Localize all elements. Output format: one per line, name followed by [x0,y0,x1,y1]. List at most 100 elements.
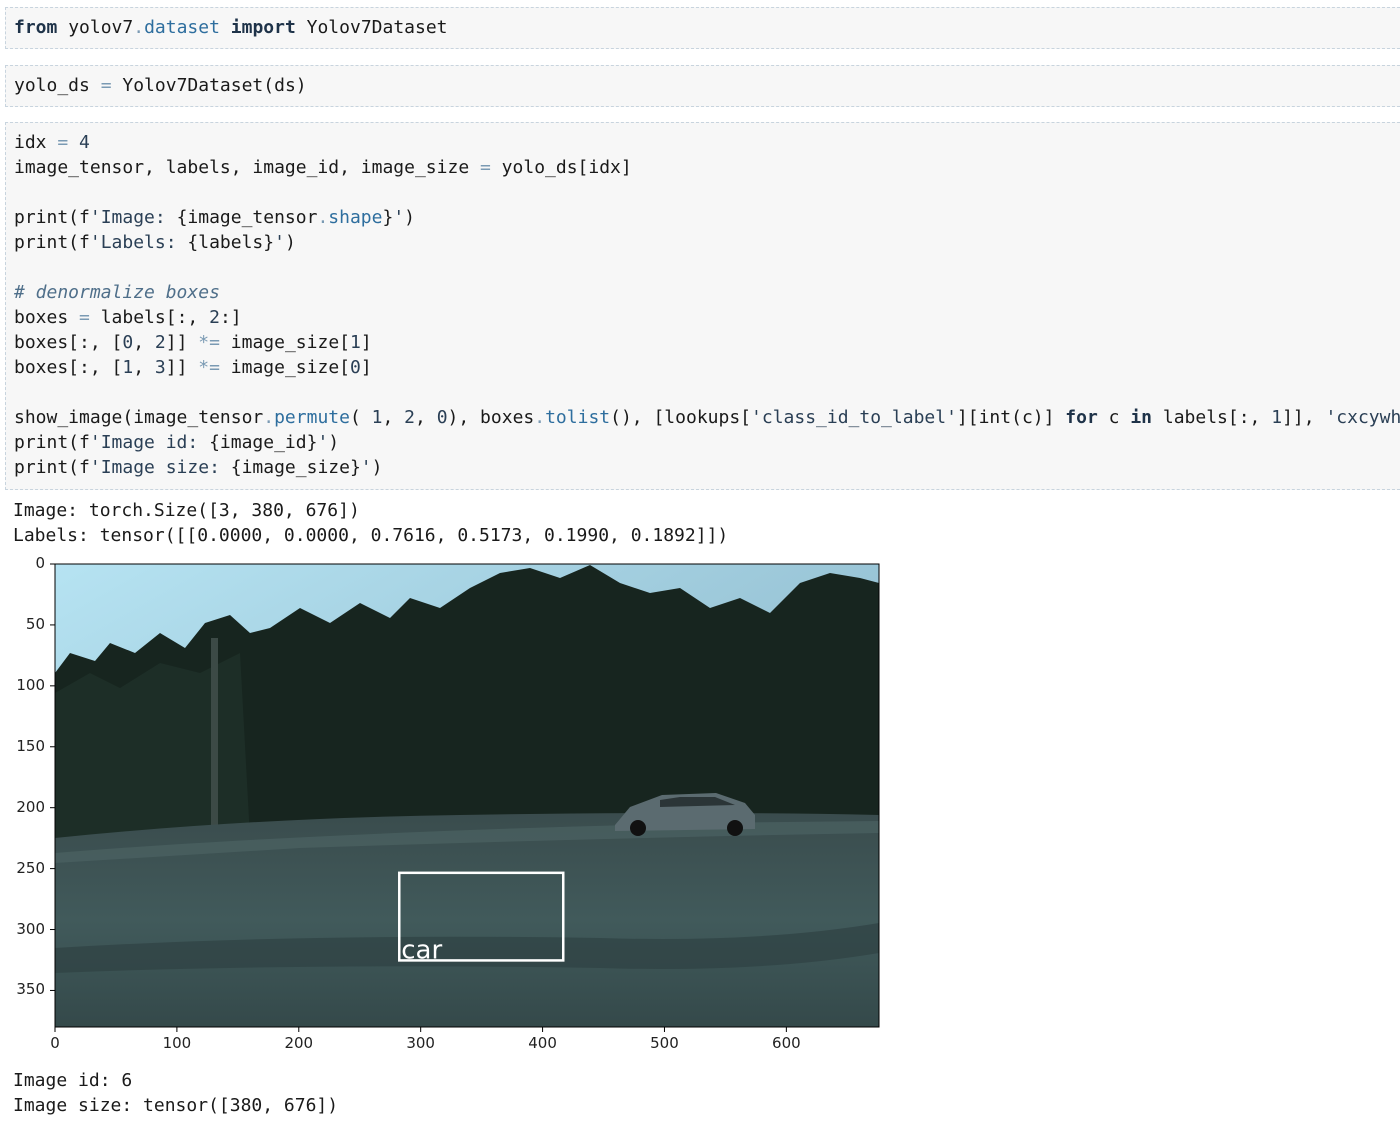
code-token: yolo_ds [14,75,101,96]
code-token: 1 [122,357,134,378]
code-token: 'cxcywh' [1325,407,1400,428]
code-token: . [263,407,275,428]
code-line[interactable]: print(f'Image size: {image_size}') [14,455,382,480]
x-tick-label: 400 [528,1034,557,1052]
code-token: labels[:, [89,307,210,328]
code-token: tolist [545,407,611,428]
x-tick-label: 200 [284,1034,314,1052]
code-token: print(f [14,207,90,228]
output-image-id: Image id: 6 [13,1070,133,1091]
code-token: 2 [404,407,416,428]
code-token: ' [274,232,285,253]
code-token: . [133,17,145,38]
code-token: = [100,75,112,96]
code-token: ) [371,457,383,478]
code-token: . [534,407,546,428]
code-token: yolo_ds[idx] [490,157,632,178]
code-token: print(f [14,232,90,253]
code-token: 'Labels: [89,232,188,253]
code-token: ] [360,357,372,378]
code-token: 1 [371,407,383,428]
code-token: = [57,132,69,153]
y-tick-label: 200 [16,797,45,816]
code-token: import [230,17,296,38]
code-token: ) [404,207,416,228]
code-token: , [133,332,155,353]
code-token: 4 [79,132,90,153]
output-image-shape: Image: torch.Size([3, 380, 676]) [13,500,360,521]
code-token: in [1130,407,1153,428]
code-line[interactable]: # denormalize boxes [14,280,220,305]
image-plot: car 0 50 100 150 200 250 300 350 0 100 200 300 400 50… [0,553,900,1063]
code-token: 1 [1271,407,1283,428]
y-tick-label: 50 [25,614,45,633]
code-token: ][int(c)] [956,407,1066,428]
x-tick-label: 600 [772,1034,801,1052]
code-line[interactable]: print(f'Image id: {image_id}') [14,430,339,455]
code-line[interactable]: idx = 4 [14,130,90,155]
bounding-box-label: car [401,935,442,965]
code-token: ) [328,432,340,453]
code-token: {image_tensor [176,207,318,228]
code-token: # denormalize boxes [14,282,220,303]
code-line[interactable]: print(f'Image: {image_tensor.shape}') [14,205,415,230]
code-token: print(f [14,432,90,453]
code-token: image_size[ [219,357,350,378]
code-token: ' [317,432,329,453]
code-token: (), [lookups[ [610,407,752,428]
code-token: print(f [14,457,90,478]
code-token: 0 [122,332,134,353]
code-token: permute [274,407,350,428]
code-token: {labels} [187,232,275,253]
code-token: ' [360,457,372,478]
code-line[interactable]: boxes[:, [0, 2]] *= image_size[1] [14,330,372,355]
code-token: 2 [154,332,166,353]
code-token: yolov7 [57,17,134,38]
code-token: Yolov7Dataset(ds) [111,75,307,96]
code-token: ]], [1282,407,1326,428]
code-token: ) [284,232,296,253]
code-line[interactable]: show_image(image_tensor.permute( 1, 2, 0… [14,405,1400,430]
x-tick-label: 100 [162,1034,192,1052]
code-token: ' [393,207,405,228]
code-line[interactable]: print(f'Labels: {labels}') [14,230,296,255]
x-tick-label: 300 [406,1034,435,1052]
code-line[interactable]: boxes[:, [1, 3]] *= image_size[0] [14,355,372,380]
x-tick-label: 500 [650,1034,679,1052]
code-token: ( [349,407,372,428]
code-token: 'Image id: [89,432,210,453]
code-token: ]] [165,357,199,378]
code-token: for [1065,407,1098,428]
code-token: labels[:, [1152,407,1272,428]
code-cell-show-image[interactable]: idx = 4 image_tensor, labels, image_id, i… [5,122,1400,490]
code-line[interactable]: yolo_ds = Yolov7Dataset(ds) [14,73,307,98]
code-token: } [382,207,394,228]
code-line[interactable]: boxes = labels[:, 2:] [14,305,242,330]
code-token: 0 [436,407,448,428]
code-token: :] [219,307,242,328]
code-cell-dataset[interactable]: yolo_ds = Yolov7Dataset(ds) [5,65,1400,107]
plot-svg: car [50,563,880,1032]
code-token: 3 [154,357,166,378]
code-token: {image_size} [230,457,361,478]
code-token: , [133,357,155,378]
code-token: c [1097,407,1131,428]
code-cell-import[interactable]: from yolov7.dataset import Yolov7Dataset [5,7,1400,49]
code-token: 0 [350,357,361,378]
code-token: , [415,407,437,428]
code-line[interactable]: from yolov7.dataset import Yolov7Dataset [14,15,448,40]
code-token: {image_id} [209,432,318,453]
code-token: show_image(image_tensor [14,407,264,428]
street-photo [55,564,879,1027]
code-token: 1 [350,332,361,353]
code-token: *= [198,357,220,378]
y-tick-label: 250 [16,858,45,877]
code-line[interactable]: image_tensor, labels, image_id, image_si… [14,155,632,180]
code-token: 'class_id_to_label' [751,407,957,428]
code-token: shape [328,207,383,228]
y-tick-label: 100 [16,675,45,694]
code-token: . [317,207,329,228]
code-token: image_tensor, labels, image_id, image_si… [14,157,480,178]
